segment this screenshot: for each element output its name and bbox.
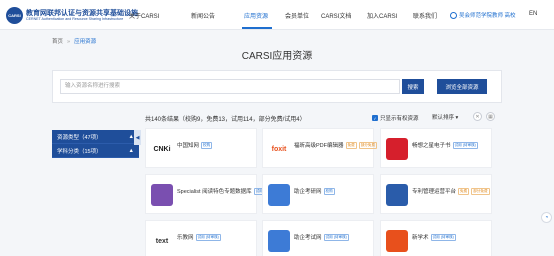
- resource-title: Specialist 阅读特色专题数据库: [177, 189, 252, 195]
- chevron-up-icon: ▲: [128, 147, 134, 154]
- resource-logo-icon: [386, 184, 408, 206]
- access-badge: 试用 (待审核): [195, 234, 221, 242]
- resource-card[interactable]: 助企考研网 校购: [262, 174, 374, 214]
- resource-name: 中国知网 校购: [177, 141, 213, 150]
- brand-subtitle: CERNET Authentication and Resource Shari…: [26, 17, 124, 21]
- resource-title: 新学术: [412, 235, 429, 241]
- resource-name: 福昕高级PDF编辑器 免费 部分免费: [294, 141, 378, 150]
- breadcrumb-current: 应用资源: [74, 39, 97, 45]
- resource-title: 中国知网: [177, 143, 200, 149]
- resource-name: 畅想之星电子书 试用 (待审核): [412, 141, 478, 150]
- nav-docs[interactable]: CARSI文档: [321, 11, 351, 20]
- nav-news[interactable]: 新闻公告: [191, 11, 215, 20]
- breadcrumb: 首页 » 应用资源: [52, 37, 96, 45]
- resource-logo-icon: [386, 230, 408, 252]
- nav-resources[interactable]: 应用资源: [244, 11, 268, 20]
- only-available-toggle[interactable]: ✓ 只显示有权资源: [372, 114, 419, 122]
- resource-name: 新学术 试用 (待审核): [412, 233, 456, 242]
- resource-name: 乐教网 试用 (待审核): [177, 233, 221, 242]
- breadcrumb-separator: »: [67, 39, 71, 45]
- filter-label: 资源类型（47项）: [57, 134, 102, 141]
- filter-panel: 资源类型（47项） ▲ 学科分类（15项） ▲: [52, 130, 139, 158]
- only-available-label: 只显示有权资源: [380, 116, 419, 122]
- access-badge: 试用 (待审核): [452, 142, 478, 150]
- nav-about[interactable]: 关于CARSI: [129, 11, 159, 20]
- user-menu[interactable]: 吴会师范学院教师 高校: [450, 11, 516, 19]
- resource-card[interactable]: 助企考试网 试用 (待审核): [262, 220, 374, 256]
- resource-logo-icon: [268, 230, 290, 252]
- resource-title: 专利管理运营平台: [412, 189, 457, 195]
- chat-icon[interactable]: ◔: [541, 212, 552, 223]
- browse-all-button[interactable]: 浏览全部资源: [437, 79, 487, 94]
- carsi-logo[interactable]: CARSI: [6, 7, 23, 24]
- resource-title: 助企考研网: [294, 189, 322, 195]
- access-badge: 部分免费: [471, 188, 490, 196]
- filter-subject[interactable]: 学科分类（15项） ▲: [52, 144, 139, 158]
- resource-card[interactable]: foxit 福昕高级PDF编辑器 免费 部分免费: [262, 128, 378, 168]
- resource-name: 专利管理运营平台 免费 部分免费: [412, 187, 490, 196]
- access-badge: 校购: [323, 188, 335, 196]
- checkbox-checked-icon[interactable]: ✓: [372, 115, 378, 121]
- page-title: CARSI应用资源: [241, 51, 313, 62]
- resource-card[interactable]: CNKi 中国知网 校购: [145, 128, 257, 168]
- resource-name: 助企考试网 试用 (待审核): [294, 233, 349, 242]
- top-navbar: CARSI 教育网联邦认证与资源共享基础设施 CERNET Authentica…: [0, 0, 554, 30]
- resource-logo-icon: [386, 138, 408, 160]
- resource-logo-icon: CNKi: [153, 145, 171, 153]
- result-summary: 共140条结果（校购9，免费13，试用114，部分免费/试用4）: [145, 117, 306, 123]
- access-badge: 试用 (待审核): [323, 234, 349, 242]
- user-icon: [450, 11, 457, 19]
- language-switch[interactable]: EN: [529, 11, 537, 17]
- resource-card[interactable]: text 乐教网 试用 (待审核): [145, 220, 257, 256]
- resource-name: 助企考研网 校购: [294, 187, 335, 196]
- resource-logo-icon: text: [155, 237, 169, 245]
- sort-select[interactable]: 默认排序 ▾: [432, 113, 458, 121]
- access-badge: 部分免费: [358, 142, 378, 150]
- active-nav-indicator: [242, 27, 272, 29]
- resource-card[interactable]: 专利管理运营平台 免费 部分免费: [380, 174, 492, 214]
- resource-title: 福昕高级PDF编辑器: [294, 143, 344, 149]
- search-input[interactable]: 输入资源名称进行搜索: [60, 79, 400, 94]
- nav-join[interactable]: 加入CARSI: [367, 11, 397, 20]
- filter-resource-type[interactable]: 资源类型（47项） ▲: [52, 130, 139, 144]
- nav-members[interactable]: 会员单位: [285, 11, 309, 20]
- user-name: 吴会师范学院教师 高校: [459, 13, 516, 19]
- resource-card[interactable]: Specialist 阅读特色专题数据库试用 (待审核): [145, 174, 279, 214]
- access-badge: 免费: [458, 188, 470, 196]
- resource-title: 乐教网: [177, 235, 194, 241]
- filter-label: 学科分类（15项）: [57, 148, 102, 155]
- breadcrumb-home[interactable]: 首页: [52, 39, 63, 45]
- grid-view-icon[interactable]: ▦: [486, 112, 495, 121]
- resource-title: 畅想之星电子书: [412, 143, 451, 149]
- access-badge: 校购: [201, 142, 213, 150]
- resource-title: 助企考试网: [294, 235, 322, 241]
- resource-logo-icon: [268, 184, 290, 206]
- search-button[interactable]: 搜索: [402, 79, 424, 94]
- resource-card[interactable]: 新学术 试用 (待审核): [380, 220, 492, 256]
- collapse-panel-button[interactable]: ◀: [134, 130, 141, 145]
- access-badge: 试用 (待审核): [430, 234, 456, 242]
- access-badge: 免费: [345, 142, 357, 150]
- resource-card[interactable]: 畅想之星电子书 试用 (待审核): [380, 128, 492, 168]
- resource-logo-icon: foxit: [271, 145, 287, 153]
- close-circle-icon[interactable]: ✕: [473, 112, 482, 121]
- resource-logo-icon: [151, 184, 173, 206]
- nav-contact[interactable]: 联系我们: [413, 11, 437, 20]
